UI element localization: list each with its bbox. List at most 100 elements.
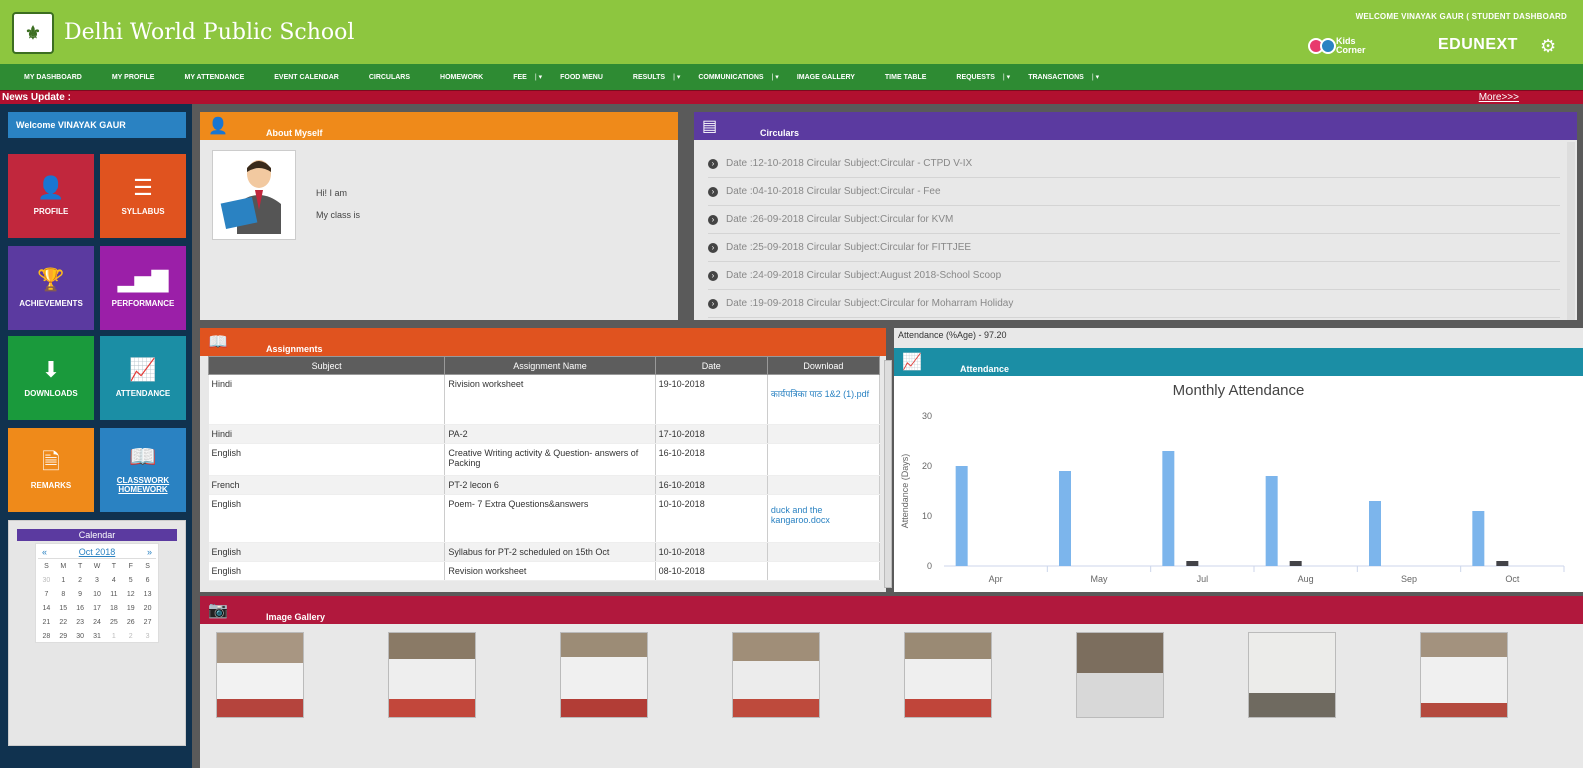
chart-bar[interactable]	[1059, 471, 1071, 566]
col-download[interactable]: Download	[766, 356, 881, 375]
download-link[interactable]: कार्यपत्रिका पाठ 1&2 (1).pdf	[771, 389, 869, 399]
col-subject[interactable]: Subject	[207, 356, 446, 375]
nav-requests[interactable]: Requests	[956, 74, 995, 81]
calendar-day[interactable]: 15	[55, 605, 72, 612]
gallery-image[interactable]	[560, 632, 648, 718]
calendar-day[interactable]: 29	[55, 633, 72, 640]
circular-item[interactable]: › Date :12-10-2018 Circular Subject:Circu…	[708, 150, 1560, 178]
tile-classwork-homework[interactable]: 📖 CLASSWORK HOMEWORK	[100, 428, 186, 512]
tile-performance[interactable]: ▂▅▇ PERFORMANCE	[100, 246, 186, 330]
calendar-day[interactable]: 2	[72, 577, 89, 584]
chart-bar[interactable]	[955, 466, 968, 566]
news-more-link[interactable]: More>>>	[1479, 92, 1519, 103]
chevron-down-icon[interactable]: | ▾	[535, 73, 542, 81]
calendar-day[interactable]: 14	[38, 605, 55, 612]
calendar-next-button[interactable]: »	[147, 547, 152, 557]
chart-bar[interactable]	[1289, 561, 1302, 566]
school-name[interactable]: Delhi World Public School	[64, 20, 354, 45]
chevron-down-icon[interactable]: | ▾	[1003, 73, 1010, 81]
calendar-day[interactable]: 1	[105, 633, 122, 640]
chart-bar[interactable]	[1265, 476, 1278, 566]
gallery-image[interactable]	[732, 632, 820, 718]
calendar-day[interactable]: 30	[72, 633, 89, 640]
calendar-day[interactable]: 17	[89, 605, 106, 612]
chevron-down-icon[interactable]: | ▾	[1092, 73, 1099, 81]
calendar-day[interactable]: 18	[105, 605, 122, 612]
gear-icon[interactable]: ⚙	[1540, 36, 1556, 57]
circulars-scrollbar[interactable]	[1567, 142, 1575, 320]
calendar-day[interactable]: 26	[122, 619, 139, 626]
calendar-day[interactable]: 5	[122, 577, 139, 584]
calendar-day[interactable]: 30	[38, 577, 55, 584]
calendar-day[interactable]: 28	[38, 633, 55, 640]
tile-remarks[interactable]: 🗎 REMARKS	[8, 428, 94, 512]
school-logo[interactable]: ⚜	[12, 12, 54, 54]
nav-results[interactable]: Results	[633, 74, 665, 81]
col-assignment-name[interactable]: Assignment Name	[444, 356, 656, 375]
calendar-day[interactable]: 1	[55, 577, 72, 584]
calendar-day[interactable]: 25	[105, 619, 122, 626]
calendar-day[interactable]: 16	[72, 605, 89, 612]
assignments-scrollbar[interactable]	[884, 360, 892, 588]
calendar-day[interactable]: 31	[89, 633, 106, 640]
tile-syllabus[interactable]: ☰ SYLLABUS	[100, 154, 186, 238]
tile-achievements[interactable]: 🏆 ACHIEVEMENTS	[8, 246, 94, 330]
chevron-down-icon[interactable]: | ▾	[772, 73, 779, 81]
gallery-image[interactable]	[1076, 632, 1164, 718]
calendar-day[interactable]: 20	[139, 605, 156, 612]
tile-attendance[interactable]: 📈 ATTENDANCE	[100, 336, 186, 420]
kids-corner-link[interactable]: Kids Corner	[1308, 33, 1394, 59]
calendar-day[interactable]: 21	[38, 619, 55, 626]
calendar-day[interactable]: 24	[89, 619, 106, 626]
nav-transactions[interactable]: Transactions	[1028, 74, 1084, 81]
circular-item[interactable]: › Date :25-09-2018 Circular Subject:Circu…	[708, 234, 1560, 262]
calendar-day[interactable]: 9	[72, 591, 89, 598]
nav-homework[interactable]: Homework	[440, 74, 483, 81]
download-link[interactable]: duck and the kangaroo.docx	[771, 505, 830, 525]
calendar-day[interactable]: 27	[139, 619, 156, 626]
circular-item[interactable]: › Date :24-09-2018 Circular Subject:Augus…	[708, 262, 1560, 290]
calendar-day[interactable]: 3	[139, 633, 156, 640]
chart-bar[interactable]	[1496, 561, 1509, 566]
nav-communications[interactable]: Communications	[698, 74, 763, 81]
calendar-day[interactable]: 10	[89, 591, 106, 598]
calendar-day[interactable]: 22	[55, 619, 72, 626]
calendar-day[interactable]: 3	[89, 577, 106, 584]
edunext-brand[interactable]: EDUNEXT	[1438, 36, 1518, 54]
nav-image-gallery[interactable]: Image Gallery	[797, 74, 855, 81]
circular-item[interactable]: › Date :04-10-2018 Circular Subject:Circu…	[708, 178, 1560, 206]
nav-circulars[interactable]: Circulars	[369, 74, 410, 81]
chart-bar[interactable]	[1162, 451, 1175, 566]
nav-my-profile[interactable]: My Profile	[112, 74, 155, 81]
calendar-day[interactable]: 7	[38, 591, 55, 598]
gallery-image[interactable]	[1248, 632, 1336, 718]
calendar-day[interactable]: 12	[122, 591, 139, 598]
calendar-prev-button[interactable]: «	[42, 547, 47, 557]
nav-my-attendance[interactable]: My Attendance	[184, 74, 244, 81]
gallery-image[interactable]	[216, 632, 304, 718]
circular-item[interactable]: › Date :19-09-2018 Circular Subject:Circu…	[708, 290, 1560, 318]
calendar-day[interactable]: 6	[139, 577, 156, 584]
gallery-image[interactable]	[1420, 632, 1508, 718]
tile-downloads[interactable]: ⬇ DOWNLOADS	[8, 336, 94, 420]
nav-my-dashboard[interactable]: My Dashboard	[24, 74, 82, 81]
calendar-day[interactable]: 19	[122, 605, 139, 612]
chart-bar[interactable]	[1369, 501, 1381, 566]
gallery-image[interactable]	[904, 632, 992, 718]
calendar-day[interactable]: 13	[139, 591, 156, 598]
nav-event-calendar[interactable]: Event Calendar	[274, 74, 339, 81]
gallery-image[interactable]	[388, 632, 476, 718]
calendar-day[interactable]: 4	[105, 577, 122, 584]
calendar-month[interactable]: Oct 2018	[79, 547, 116, 557]
tile-profile[interactable]: 👤 PROFILE	[8, 154, 94, 238]
calendar-day[interactable]: 11	[105, 591, 122, 598]
calendar-day[interactable]: 2	[122, 633, 139, 640]
circular-item[interactable]: › Date :26-09-2018 Circular Subject:Circu…	[708, 206, 1560, 234]
nav-fee[interactable]: Fee	[513, 74, 527, 81]
chevron-down-icon[interactable]: | ▾	[673, 73, 680, 81]
calendar-day[interactable]: 8	[55, 591, 72, 598]
nav-time-table[interactable]: Time Table	[885, 74, 926, 81]
chart-bar[interactable]	[1186, 561, 1199, 566]
nav-food-menu[interactable]: Food Menu	[560, 74, 603, 81]
col-date[interactable]: Date	[654, 356, 768, 375]
